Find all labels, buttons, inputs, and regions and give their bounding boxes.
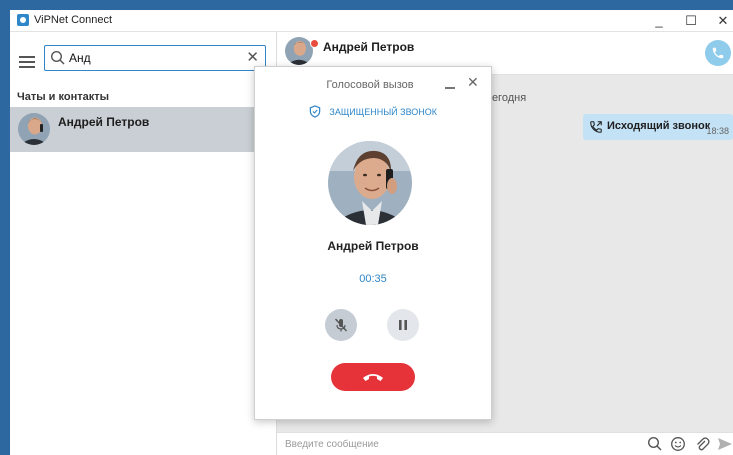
emoji-icon[interactable] bbox=[670, 436, 686, 452]
avatar[interactable] bbox=[285, 37, 313, 65]
outgoing-call-icon bbox=[590, 121, 602, 133]
window-title: ViPNet Connect bbox=[34, 14, 113, 26]
shield-icon bbox=[309, 105, 321, 118]
hang-up-button[interactable] bbox=[331, 363, 415, 391]
search-icon[interactable] bbox=[647, 436, 663, 452]
message-text: Исходящий звонок bbox=[607, 120, 711, 132]
microphone-off-icon bbox=[334, 318, 348, 332]
secure-call-text: ЗАЩИЩЕННЫЙ ЗВОНОК bbox=[329, 106, 438, 117]
app-logo-icon bbox=[17, 14, 29, 26]
call-timer: 00:35 bbox=[359, 273, 387, 285]
sidebar: ✕ Чаты и контакты Андрей Петров bbox=[10, 32, 277, 455]
close-button[interactable]: ✕ bbox=[707, 10, 733, 31]
send-icon[interactable] bbox=[717, 436, 733, 452]
secure-call-label: ЗАЩИЩЕННЫЙ ЗВОНОК bbox=[255, 103, 491, 121]
attachment-icon[interactable] bbox=[694, 436, 710, 452]
pause-button[interactable] bbox=[387, 309, 419, 341]
dialog-minimize-button[interactable] bbox=[445, 87, 455, 89]
pause-icon bbox=[399, 320, 407, 330]
status-badge bbox=[310, 39, 319, 48]
clear-search-icon[interactable]: ✕ bbox=[246, 48, 259, 66]
voice-call-dialog: Голосовой вызов ✕ ЗАЩИЩЕННЫЙ ЗВОНОК Андр… bbox=[254, 66, 492, 420]
contact-list-item[interactable]: Андрей Петров bbox=[10, 107, 276, 152]
avatar bbox=[328, 141, 412, 225]
phone-icon bbox=[712, 47, 724, 59]
dialog-title: Голосовой вызов bbox=[326, 79, 414, 91]
chat-contact-name: Андрей Петров bbox=[323, 40, 415, 54]
mute-button[interactable] bbox=[325, 309, 357, 341]
message-bubble[interactable]: Исходящий звонок 18:38 bbox=[583, 114, 733, 140]
avatar bbox=[18, 113, 50, 145]
section-title: Чаты и контакты bbox=[17, 91, 110, 103]
search-input[interactable] bbox=[69, 49, 229, 67]
call-button[interactable] bbox=[705, 40, 731, 66]
menu-icon[interactable] bbox=[19, 56, 35, 68]
title-bar: ViPNet Connect _ ☐ ✕ bbox=[10, 10, 733, 32]
minimize-button[interactable]: _ bbox=[643, 10, 675, 31]
app-window: ViPNet Connect _ ☐ ✕ ✕ Чаты и контакты bbox=[10, 10, 733, 455]
message-input[interactable] bbox=[285, 436, 585, 452]
dialog-close-button[interactable]: ✕ bbox=[467, 74, 479, 91]
compose-bar bbox=[277, 432, 733, 455]
hang-up-icon bbox=[363, 374, 383, 381]
search-icon bbox=[50, 50, 65, 65]
contact-name: Андрей Петров bbox=[58, 115, 150, 129]
call-contact-name: Андрей Петров bbox=[327, 239, 419, 253]
message-time: 18:38 bbox=[706, 126, 729, 136]
maximize-button[interactable]: ☐ bbox=[675, 10, 707, 31]
search-box[interactable]: ✕ bbox=[44, 45, 266, 71]
